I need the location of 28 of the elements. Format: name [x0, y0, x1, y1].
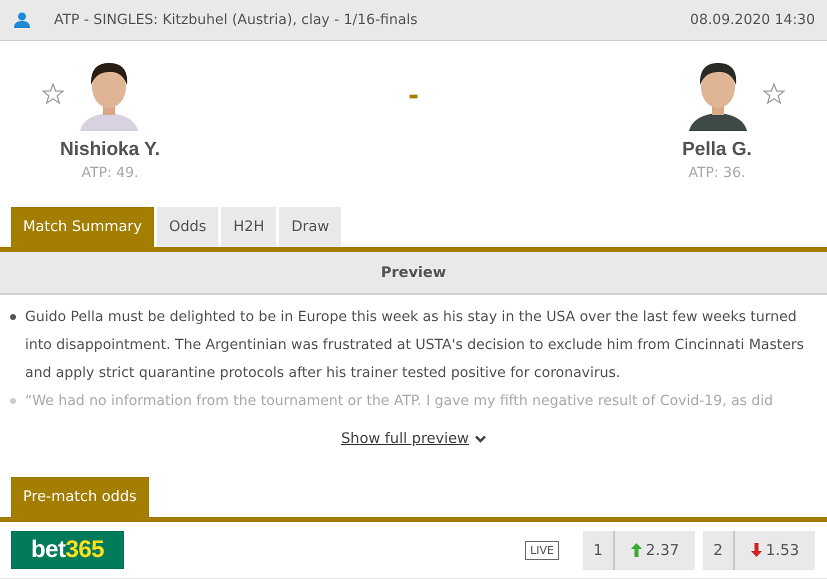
player-name[interactable]: Pella G. [682, 139, 752, 161]
tournament-title: ATP - SINGLES: Kitzbuhel (Austria), clay - 1/16-finals [54, 12, 419, 28]
live-badge: LIVE [525, 540, 559, 560]
tab[interactable]: Match Summary [11, 207, 154, 247]
tab[interactable]: Odds [156, 207, 218, 247]
tab[interactable]: H2H [221, 207, 276, 247]
person-icon [14, 12, 30, 28]
favorite-star-icon[interactable] [42, 82, 64, 104]
show-more-link[interactable]: Show full preview [341, 431, 469, 447]
bullet-icon [10, 398, 16, 404]
chevron-down-icon [474, 435, 486, 443]
arrow-down-icon [750, 543, 762, 557]
tab[interactable]: Draw [279, 207, 342, 247]
favorite-star-icon[interactable] [762, 82, 785, 104]
preview-paragraph: “We had no information from the tournament or the ATP. I gave my fifth negative result of Covid-19, as did [25, 392, 773, 411]
player-rank: ATP: 49. [82, 165, 138, 181]
odds-button[interactable]: 1 2.37 [583, 530, 695, 570]
bullet-icon [10, 314, 16, 320]
bookmaker-logo[interactable]: bet365 [11, 531, 124, 569]
preview-paragraph: Guido Pella must be delighted to be in Europe this week as his stay in the USA over the last few weeks turned into disappointment. The Argentinian was frustrated at USTA's decision to exclude him from Cincinnati Masters and apply strict quarantine protocols after his trainer tested positive for coronavirus. [25, 308, 805, 383]
section-header: Preview [0, 252, 827, 295]
tab[interactable]: Pre-match odds [11, 477, 149, 517]
score: - [408, 81, 419, 111]
player-name[interactable]: Nishioka Y. [60, 139, 160, 161]
arrow-up-icon [630, 543, 642, 557]
match-datetime: 08.09.2020 14:30 [690, 12, 815, 28]
player-rank: ATP: 36. [688, 165, 746, 181]
odds-button[interactable]: 2 1.53 [703, 530, 815, 570]
